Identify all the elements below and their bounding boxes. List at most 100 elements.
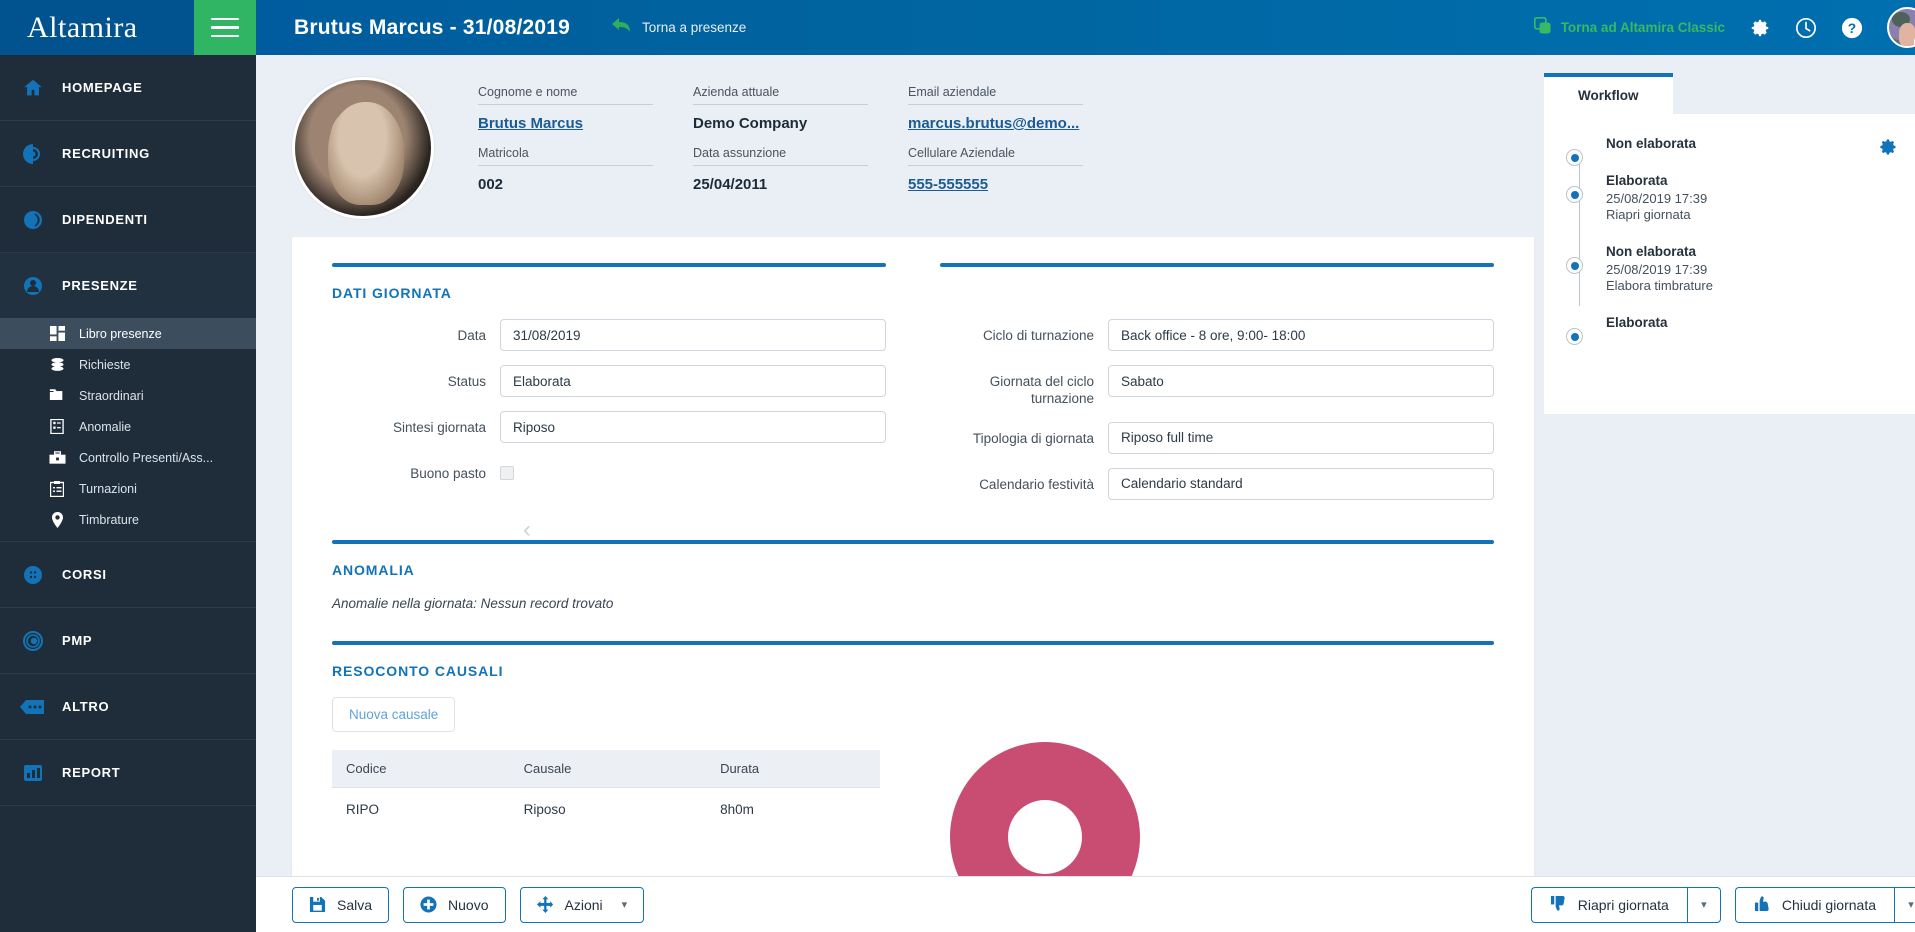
field-data: Data bbox=[332, 319, 886, 351]
home-icon bbox=[20, 75, 46, 101]
sidebar-item-timbrature[interactable]: Timbrature bbox=[0, 504, 256, 535]
save-button-label: Salva bbox=[337, 896, 373, 913]
profile-field-email-aziendale: Email aziendale marcus.brutus@demo... bbox=[908, 85, 1123, 132]
form-column-left: Data Status Sintesi giornata bbox=[332, 319, 886, 514]
chevron-down-icon[interactable]: ▾ bbox=[622, 898, 628, 911]
sidebar-item-straordinari[interactable]: Straordinari bbox=[0, 380, 256, 411]
subnav-label: Richieste bbox=[79, 357, 131, 372]
calendario-festivita-input[interactable] bbox=[1108, 467, 1494, 500]
field-label: Buono pasto bbox=[410, 466, 486, 481]
sidebar-item-label: DIPENDENTI bbox=[62, 212, 148, 227]
sidebar-item-label: PRESENZE bbox=[62, 278, 138, 293]
employee-portrait bbox=[292, 77, 434, 219]
workflow-action: Riapri giornata bbox=[1606, 207, 1691, 222]
svg-text:?: ? bbox=[1848, 21, 1856, 36]
prev-day-arrow[interactable]: ‹ bbox=[514, 510, 540, 550]
more-icon bbox=[20, 694, 46, 720]
field-label: Status bbox=[447, 374, 486, 389]
donut-ring bbox=[950, 741, 1140, 876]
column-header-codice: Codice bbox=[332, 749, 510, 788]
field-rule bbox=[908, 104, 1083, 105]
gear-icon[interactable] bbox=[1749, 17, 1771, 39]
field-tipologia-giornata: Tipologia di giornata bbox=[940, 421, 1494, 454]
subnav-label: Libro presenze bbox=[79, 326, 162, 341]
field-label: Cognome e nome bbox=[478, 85, 578, 99]
field-status: Status bbox=[332, 365, 886, 397]
giornata-ciclo-turnazione-input[interactable] bbox=[1108, 365, 1494, 397]
sidebar-item-anomalie[interactable]: Anomalie bbox=[0, 411, 256, 442]
tipologia-giornata-input[interactable] bbox=[1108, 421, 1494, 454]
sidebar-item-pmp[interactable]: PMP bbox=[0, 608, 256, 673]
sidebar-group-altro: ALTRO bbox=[0, 674, 256, 740]
sidebar-item-dipendenti[interactable]: DIPENDENTI bbox=[0, 187, 256, 252]
resoconto-content: Codice Causale Durata RIPO Riposo 8h0m bbox=[332, 732, 1494, 876]
causali-table: Codice Causale Durata RIPO Riposo 8h0m bbox=[332, 749, 880, 831]
sidebar-item-presenze[interactable]: PRESENZE bbox=[0, 253, 256, 318]
donut-hole bbox=[1008, 799, 1082, 874]
causali-table-wrap: Codice Causale Durata RIPO Riposo 8h0m bbox=[332, 749, 880, 831]
hamburger-icon[interactable] bbox=[194, 0, 256, 55]
altamira-classic-link[interactable]: Torna ad Altamira Classic bbox=[1533, 16, 1725, 38]
new-button[interactable]: Nuovo bbox=[403, 886, 506, 923]
ciclo-turnazione-input[interactable] bbox=[1108, 319, 1494, 351]
sidebar: Altamira HOMEPAGE RECRUITING DIPENDENTI … bbox=[0, 0, 256, 932]
field-value[interactable]: 555-555555 bbox=[908, 176, 1083, 193]
profile-fields: Cognome e nome Brutus Marcus Azienda att… bbox=[478, 85, 1123, 193]
sidebar-item-controllo-presenti[interactable]: Controllo Presenti/Ass... bbox=[0, 442, 256, 473]
sidebar-item-richieste[interactable]: Richieste bbox=[0, 349, 256, 380]
plus-circle-icon bbox=[420, 896, 437, 913]
sidebar-item-corsi[interactable]: CORSI bbox=[0, 542, 256, 607]
back-to-attendance-link[interactable]: Torna a presenze bbox=[612, 17, 746, 38]
reopen-day-caret[interactable]: ▾ bbox=[1686, 886, 1721, 923]
avatar[interactable]: ⌄ bbox=[1887, 7, 1915, 51]
courses-icon bbox=[20, 562, 46, 588]
tab-workflow[interactable]: Workflow bbox=[1544, 73, 1673, 114]
clock-icon[interactable] bbox=[1795, 17, 1817, 39]
database-icon bbox=[48, 356, 66, 374]
field-label: Sintesi giornata bbox=[392, 420, 486, 435]
timeline-dot-icon bbox=[1566, 186, 1583, 203]
profile-field-azienda-attuale: Azienda attuale Demo Company bbox=[693, 85, 908, 132]
sidebar-item-libro-presenze[interactable]: Libro presenze bbox=[0, 318, 256, 349]
field-value: 25/04/2011 bbox=[693, 176, 768, 193]
close-day-button[interactable]: Chiudi giornata bbox=[1734, 886, 1894, 923]
field-value: 002 bbox=[478, 176, 504, 193]
field-buono-pasto: Buono pasto bbox=[332, 457, 886, 483]
status-input[interactable] bbox=[500, 365, 886, 397]
sidebar-item-altro[interactable]: ALTRO bbox=[0, 674, 256, 739]
pmp-icon bbox=[20, 628, 46, 654]
brand-bar: Altamira bbox=[0, 0, 256, 55]
table-header-row: Codice Causale Durata bbox=[332, 749, 880, 788]
data-input[interactable] bbox=[500, 319, 886, 351]
actions-button[interactable]: Azioni ▾ bbox=[519, 886, 645, 923]
save-button[interactable]: Salva bbox=[292, 886, 390, 923]
table-row[interactable]: RIPO Riposo 8h0m bbox=[332, 787, 880, 831]
sidebar-item-label: ALTRO bbox=[62, 699, 110, 714]
timeline-dot-icon bbox=[1566, 328, 1583, 345]
field-label: Matricola bbox=[478, 146, 529, 160]
field-label: Data assunzione bbox=[693, 146, 787, 160]
sidebar-item-report[interactable]: REPORT bbox=[0, 740, 256, 805]
workflow-column: Workflow Non elaborata Elaborata 25/08/2… bbox=[1534, 55, 1915, 876]
topbar-actions: Torna ad Altamira Classic ? ⌄ bbox=[1533, 7, 1915, 51]
close-day-caret[interactable]: ▾ bbox=[1894, 886, 1915, 923]
sidebar-item-homepage[interactable]: HOMEPAGE bbox=[0, 55, 256, 120]
workflow-action: Elabora timbrature bbox=[1606, 278, 1713, 293]
field-value[interactable]: Brutus Marcus bbox=[478, 115, 653, 132]
workflow-tabs: Workflow bbox=[1544, 73, 1915, 114]
save-icon bbox=[309, 896, 326, 913]
sidebar-item-turnazioni[interactable]: Turnazioni bbox=[0, 473, 256, 504]
help-icon[interactable]: ? bbox=[1841, 17, 1863, 39]
bottom-action-bar: Salva Nuovo Azioni ▾ Riapri giornata ▾ C… bbox=[256, 876, 1915, 932]
sintesi-giornata-input[interactable] bbox=[500, 411, 886, 443]
nuova-causale-button[interactable]: Nuova causale bbox=[332, 696, 456, 732]
content-area: Cognome e nome Brutus Marcus Azienda att… bbox=[256, 55, 1915, 876]
sidebar-group-presenze: PRESENZE Libro presenze Richieste Straor… bbox=[0, 253, 256, 542]
field-value: Demo Company bbox=[693, 115, 808, 132]
field-label: Giornata del ciclo turnazione bbox=[989, 374, 1094, 406]
reopen-day-button[interactable]: Riapri giornata bbox=[1530, 886, 1687, 923]
sidebar-item-recruiting[interactable]: RECRUITING bbox=[0, 121, 256, 186]
buono-pasto-checkbox[interactable] bbox=[500, 466, 514, 480]
field-value[interactable]: marcus.brutus@demo... bbox=[908, 115, 1083, 132]
form-column-right: Ciclo di turnazione Giornata del ciclo t… bbox=[940, 319, 1494, 514]
